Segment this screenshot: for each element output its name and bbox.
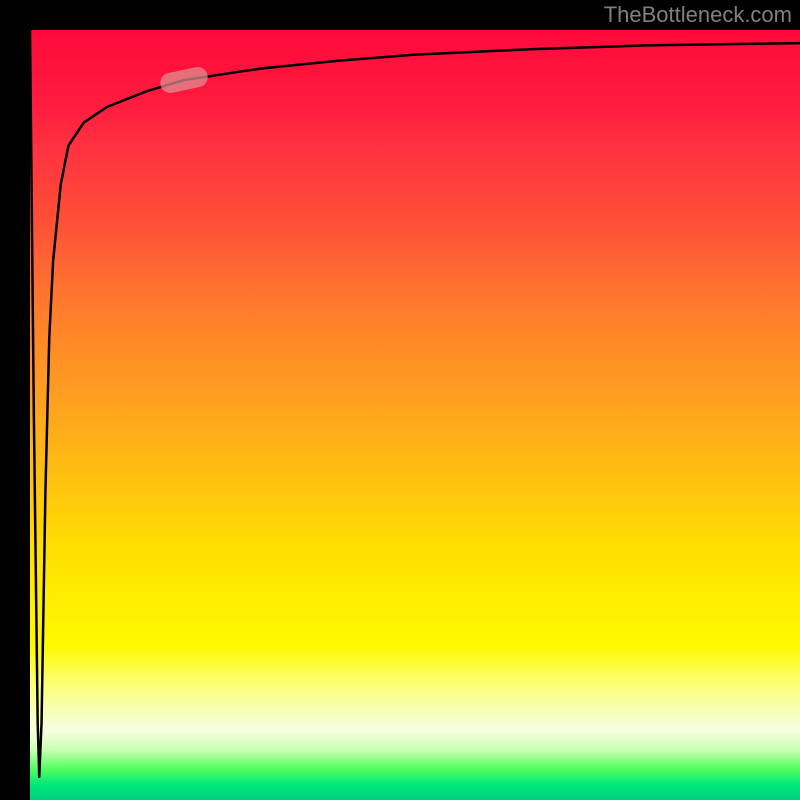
attribution-text: TheBottleneck.com	[604, 2, 792, 28]
bottleneck-curve	[30, 30, 800, 800]
